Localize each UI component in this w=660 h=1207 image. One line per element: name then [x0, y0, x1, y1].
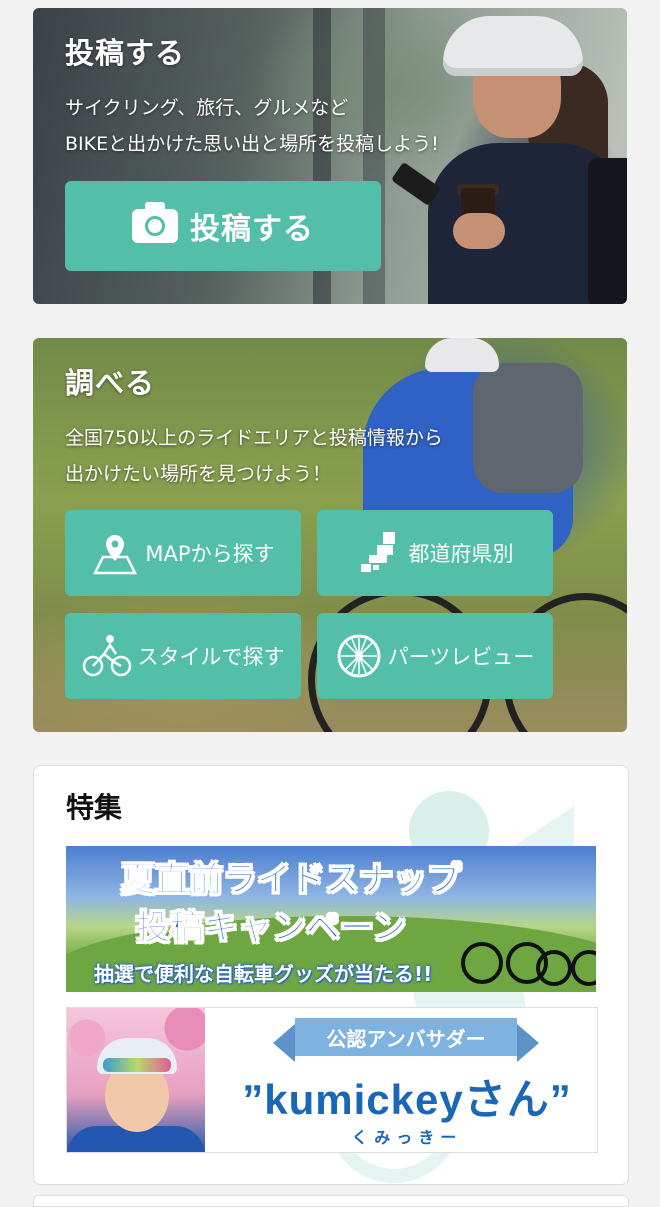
search-title: 調べる	[65, 366, 156, 400]
style-search-label: スタイルで探す	[137, 645, 285, 669]
ambassador-name: ”kumickeyさん”	[242, 1076, 572, 1123]
camera-icon	[132, 202, 178, 243]
post-button-label: 投稿する	[190, 212, 314, 247]
parts-review-label: パーツレビュー	[387, 645, 535, 669]
map-search-button[interactable]: MAPから探す	[65, 510, 301, 596]
photo-backpack	[588, 158, 627, 304]
campaign-title-line2: 投稿キャンペーン	[135, 908, 407, 949]
map-search-label: MAPから探す	[145, 542, 275, 566]
photo-helmet	[443, 16, 583, 76]
post-card: 投稿する サイクリング、旅行、グルメなど BIKEと出かけた思い出と場所を投稿し…	[33, 8, 627, 304]
post-button[interactable]: 投稿する	[65, 181, 381, 271]
map-pin-icon	[93, 535, 138, 575]
campaign-title-line1: 夏直前ライドスナップ	[121, 860, 462, 901]
prefecture-search-button[interactable]: 都道府県別	[317, 510, 553, 596]
ambassador-photo	[67, 1008, 205, 1152]
ambassador-ribbon: 公認アンバサダー	[273, 1018, 539, 1062]
style-search-button[interactable]: スタイルで探す	[65, 613, 301, 699]
post-title: 投稿する	[65, 36, 186, 70]
campaign-banner[interactable]: 夏直前ライドスナップ 投稿キャンペーン 抽選で便利な自転車グッズが当たる!!	[66, 846, 596, 992]
photo-hand	[453, 213, 505, 249]
cyclist-icon	[82, 635, 131, 677]
photo-rider-helmet	[425, 338, 499, 372]
next-card	[33, 1195, 629, 1207]
ambassador-name-reading: くみっきー	[351, 1128, 463, 1147]
photo-rider-backpack	[473, 363, 583, 493]
feature-card: 特集 夏直前ライドスナップ 投稿キャンペーン 抽選で便利な自転車グッズが当たる!…	[33, 765, 629, 1185]
japan-map-icon	[360, 532, 395, 572]
post-description-line2: BIKEと出かけた思い出と場所を投稿しよう!	[65, 133, 439, 155]
parts-review-button[interactable]: パーツレビュー	[317, 613, 553, 699]
search-description-line2: 出かけたい場所を見つけよう！	[65, 463, 332, 485]
feature-title: 特集	[66, 791, 123, 824]
ambassador-sunglasses	[103, 1058, 171, 1072]
search-description-line1: 全国750以上のライドエリアと投稿情報から	[65, 427, 443, 449]
post-description-line1: サイクリング、旅行、グルメなど	[65, 97, 349, 119]
search-card: 調べる 全国750以上のライドエリアと投稿情報から 出かけたい場所を見つけよう！…	[33, 338, 627, 732]
prefecture-search-label: 都道府県別	[408, 542, 514, 566]
wheel-icon	[337, 634, 381, 678]
campaign-subtitle: 抽選で便利な自転車グッズが当たる!!	[94, 962, 433, 986]
banner-bike-wheel	[536, 950, 572, 986]
ambassador-banner[interactable]: 公認アンバサダー ”kumickeyさん” くみっきー	[66, 1007, 598, 1153]
